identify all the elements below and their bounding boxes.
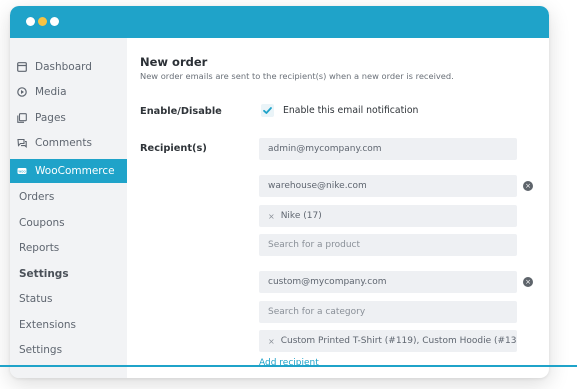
sidebar-subitem-label: Settings: [19, 268, 69, 280]
sidebar-item-woocommerce[interactable]: woo WooCommerce: [10, 159, 127, 183]
settings-panel: New order New order emails are sent to t…: [127, 38, 549, 378]
woocommerce-icon: woo: [17, 168, 27, 174]
sidebar-subitem-label: Reports: [19, 242, 60, 254]
remove-recipient-icon[interactable]: ×: [523, 181, 533, 191]
recipient-email-input-1[interactable]: admin@mycompany.com: [259, 138, 517, 160]
sidebar-item-label: Dashboard: [35, 61, 92, 73]
app-window: Dashboard Media Pages Comments woo WooCo…: [10, 6, 549, 378]
product-search-input[interactable]: Search for a product: [259, 234, 517, 256]
window-minimize-dot[interactable]: [38, 17, 47, 26]
sidebar-item-label: Media: [35, 86, 67, 98]
sidebar-subitem-label: Coupons: [19, 217, 65, 229]
sidebar-subitem-orders[interactable]: Orders: [10, 185, 127, 209]
sidebar-subitem-reports[interactable]: Reports: [10, 236, 127, 260]
enable-disable-label: Enable/Disable: [140, 106, 222, 117]
sidebar: Dashboard Media Pages Comments woo WooCo…: [10, 38, 127, 378]
sidebar-item-dashboard[interactable]: Dashboard: [10, 55, 127, 79]
remove-recipient-icon[interactable]: ×: [523, 277, 533, 287]
enable-email-checkbox[interactable]: [261, 104, 274, 117]
sidebar-subitem-label: Extensions: [19, 319, 77, 331]
category-search-input[interactable]: Search for a category: [259, 301, 517, 323]
page-title: New order: [140, 55, 208, 69]
sidebar-subitem-extensions[interactable]: Extensions: [10, 313, 127, 337]
media-icon: [17, 87, 27, 97]
category-tag-field[interactable]: × Custom Printed T-Shirt (#119), Custom …: [259, 330, 517, 352]
sidebar-subitem-settings[interactable]: Settings: [10, 338, 127, 362]
sidebar-subitem-settings-current[interactable]: Settings: [10, 262, 127, 286]
recipients-label: Recipient(s): [140, 143, 207, 154]
sidebar-subitem-coupons[interactable]: Coupons: [10, 211, 127, 235]
tag-remove-icon[interactable]: ×: [268, 212, 275, 221]
category-tag: Custom Printed T-Shirt (#119), Custom Ho…: [280, 336, 517, 346]
window-close-dot[interactable]: [26, 17, 35, 26]
sidebar-item-pages[interactable]: Pages: [10, 106, 127, 130]
sidebar-item-label: Pages: [35, 112, 66, 124]
sidebar-item-media[interactable]: Media: [10, 80, 127, 104]
sidebar-item-label: Comments: [35, 137, 92, 149]
dashboard-icon: [17, 62, 27, 72]
window-maximize-dot[interactable]: [50, 17, 59, 26]
sidebar-item-comments[interactable]: Comments: [10, 131, 127, 155]
sidebar-subitem-label: Settings: [19, 344, 63, 356]
comments-icon: [17, 138, 27, 148]
pages-icon: [17, 113, 27, 123]
sidebar-subitem-label: Orders: [19, 191, 55, 203]
recipient-email-input-2[interactable]: warehouse@nike.com: [259, 175, 517, 197]
product-tag-field[interactable]: × Nike (17): [259, 205, 517, 227]
svg-text:woo: woo: [18, 169, 25, 173]
tag-remove-icon[interactable]: ×: [268, 337, 275, 346]
sidebar-item-label: WooCommerce: [35, 165, 115, 177]
product-tag: Nike (17): [280, 211, 322, 221]
enable-email-checkbox-label[interactable]: Enable this email notification: [283, 105, 418, 116]
sidebar-subitem-label: Status: [19, 293, 53, 305]
title-bar: [10, 6, 549, 38]
page-description: New order emails are sent to the recipie…: [140, 71, 454, 81]
checkmark-icon: [263, 107, 272, 114]
recipient-email-input-3[interactable]: custom@mycompany.com: [259, 271, 517, 293]
bottom-accent-line: [0, 365, 577, 367]
sidebar-subitem-status[interactable]: Status: [10, 287, 127, 311]
